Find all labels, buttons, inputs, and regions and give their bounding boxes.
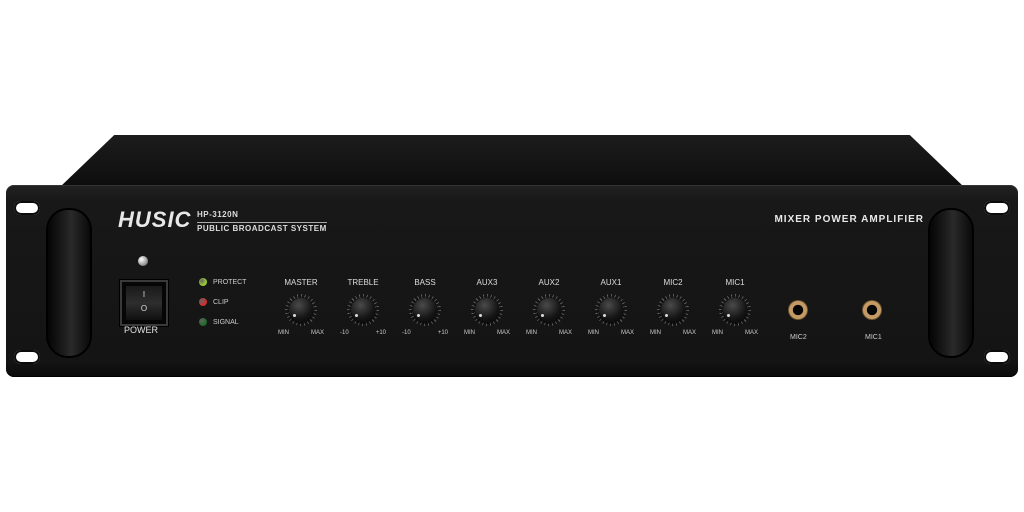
rack-ear-slot	[14, 201, 40, 215]
knob-aux1[interactable]: AUX1 MIN MAX	[584, 278, 638, 338]
knob-max-label: MAX	[682, 330, 696, 336]
indicator-label: PROTECT	[213, 278, 247, 286]
knob-indicator-dot	[417, 314, 420, 317]
power-led	[138, 256, 148, 266]
knob-max-label: +10	[375, 330, 386, 336]
knob-cap[interactable]	[475, 298, 499, 322]
power-switch[interactable]: I O	[120, 280, 168, 326]
knob-cap[interactable]	[289, 298, 313, 322]
knob-cap[interactable]	[723, 298, 747, 322]
knob-min-label: MIN	[650, 330, 661, 336]
rack-ear-slot	[14, 350, 40, 364]
power-label: POWER	[124, 325, 159, 335]
knob-indicator-dot	[293, 314, 296, 317]
knob-cap[interactable]	[661, 298, 685, 322]
knob-max-label: MAX	[744, 330, 758, 336]
knob-cap[interactable]	[599, 298, 623, 322]
power-switch-rocker[interactable]: I O	[126, 286, 162, 320]
knob-max-label: +10	[437, 330, 448, 336]
knob-aux3[interactable]: AUX3 MIN MAX	[460, 278, 514, 338]
clip-led	[199, 298, 207, 306]
power-on-symbol: I	[142, 290, 146, 299]
knob-max-label: MAX	[620, 330, 634, 336]
indicator-protect: PROTECT	[199, 278, 246, 286]
jack-label: MIC2	[790, 334, 807, 341]
knob-indicator-dot	[665, 314, 668, 317]
knob-label: BASS	[414, 278, 436, 287]
jack-label: MIC1	[865, 334, 882, 341]
product-heading: MIXER POWER AMPLIFIER	[774, 214, 924, 225]
knob-label: AUX2	[538, 278, 560, 287]
knob-treble[interactable]: TREBLE -10 +10	[336, 278, 390, 338]
model-number: HP-3120N	[197, 210, 239, 219]
knob-mic2[interactable]: MIC2 MIN MAX	[646, 278, 700, 338]
knob-bass[interactable]: BASS -10 +10	[398, 278, 452, 338]
knob-indicator-dot	[727, 314, 730, 317]
knob-indicator-dot	[479, 314, 482, 317]
knob-mic1[interactable]: MIC1 MIN MAX	[708, 278, 762, 338]
indicator-signal: SIGNAL	[199, 318, 239, 326]
knob-aux2[interactable]: AUX2 MIN MAX	[522, 278, 576, 338]
knob-min-label: MIN	[588, 330, 599, 336]
knob-min-label: -10	[402, 330, 411, 336]
knob-min-label: -10	[340, 330, 349, 336]
signal-led	[199, 318, 207, 326]
indicator-label: CLIP	[213, 298, 229, 306]
knob-min-label: MIN	[712, 330, 723, 336]
knob-cap[interactable]	[537, 298, 561, 322]
knob-cap[interactable]	[413, 298, 437, 322]
knob-label: AUX1	[600, 278, 622, 287]
knob-min-label: MIN	[278, 330, 289, 336]
knob-min-label: MIN	[464, 330, 475, 336]
knob-max-label: MAX	[496, 330, 510, 336]
knob-indicator-dot	[603, 314, 606, 317]
rack-handle-left[interactable]	[48, 210, 90, 356]
knob-indicator-dot	[541, 314, 544, 317]
rack-handle-right[interactable]	[930, 210, 972, 356]
knob-label: MIC1	[725, 278, 745, 287]
mic2-input-jack[interactable]	[788, 300, 808, 320]
knob-label: AUX3	[476, 278, 498, 287]
indicator-label: SIGNAL	[213, 318, 239, 326]
knob-cap[interactable]	[351, 298, 375, 322]
mic1-input-jack[interactable]	[862, 300, 882, 320]
knob-min-label: MIN	[526, 330, 537, 336]
power-off-symbol: O	[140, 304, 148, 313]
knob-label: TREBLE	[347, 278, 379, 287]
product-subtitle: PUBLIC BROADCAST SYSTEM	[197, 222, 327, 233]
knob-label: MIC2	[663, 278, 683, 287]
knob-max-label: MAX	[310, 330, 324, 336]
knob-indicator-dot	[355, 314, 358, 317]
protect-led	[199, 278, 207, 286]
knob-max-label: MAX	[558, 330, 572, 336]
rack-ear-slot	[984, 350, 1010, 364]
amplifier-chassis-top	[60, 135, 964, 187]
brand-logo: HUSIC	[118, 207, 192, 232]
rack-ear-slot	[984, 201, 1010, 215]
knob-label: MASTER	[284, 278, 318, 287]
knob-master[interactable]: MASTER MIN MAX	[274, 278, 328, 338]
indicator-clip: CLIP	[199, 298, 229, 306]
